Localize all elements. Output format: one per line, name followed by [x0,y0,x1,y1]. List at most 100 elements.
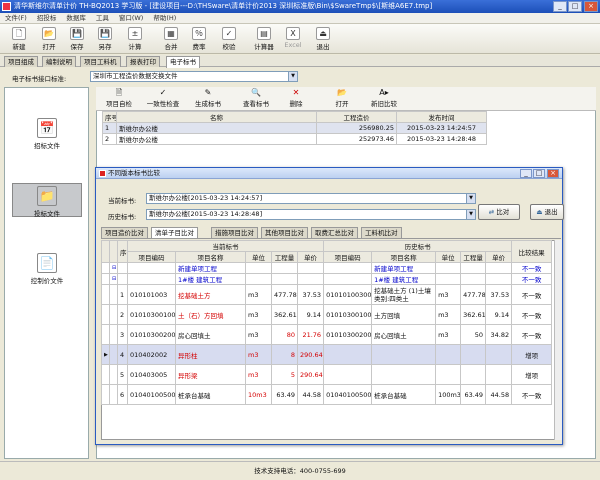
group-current: 当前标书 [126,240,325,252]
compare-icon: A▸ [379,88,389,97]
new-file-icon: 🗋 [12,27,26,40]
exit-dialog-button[interactable]: ⏏ 退出 [530,204,564,220]
interface-select[interactable]: 深圳市工程造价数据交换文件 ▼ [90,71,298,82]
excel-button[interactable]: X Excel [280,26,306,52]
folder-icon: 📂 [42,27,56,40]
col-seq: 序号 [102,111,117,123]
save-button[interactable]: 💾 保存 [64,26,90,52]
table-scrollbar[interactable] [554,240,562,440]
list-row[interactable]: 2 斯维尔办公楼 252973.46 2015-03-23 14:28:48 [102,133,487,145]
table-row[interactable]: 1 010101003 挖基础土方 m3 477.78 37.53 0101010030… [101,284,553,305]
table-row[interactable]: 5 010403005 异形梁 m3 5 290.64 增项 [101,364,553,385]
col-time: 发布时间 [396,111,487,123]
left-panel: 📅 招标文件 📁 投标文件 📄 控制价文件 [4,87,89,459]
excel-icon: X [286,27,300,40]
col-seq: 序号 [117,240,128,263]
tender-doc-icon: 📁 [37,186,57,206]
tender-file-item[interactable]: 📁 投标文件 [12,183,82,218]
dialog-minimize-icon[interactable]: _ [520,169,532,178]
bid-toolbar: 🗎 项目自检 ✓ 一致性检查 ✎ 生成标书 🔍 查看标书 ✕ 删除 📂 打开 A▸ 新旧比较 [96,87,596,111]
exit-icon: ⏏ [536,208,543,216]
tab-labor-material[interactable]: 工料机比对 [361,227,402,238]
check-button[interactable]: ✓ 校验 [216,26,242,52]
current-bid-select[interactable]: 斯维尔办公楼[2015-03-23 14:24:57] ▼ [146,193,476,204]
group-history: 历史标书 [323,240,513,252]
calculator-icon: ▤ [257,27,271,40]
merge-icon: ▦ [164,27,178,40]
app-icon [2,2,11,11]
rate-button[interactable]: ％费率 [186,26,212,52]
tab-project-cost[interactable]: 项目造价比对 [101,227,148,238]
menu-file[interactable]: 文件(F) [0,13,32,24]
calc-button[interactable]: ± 计算 [122,26,148,52]
table-row[interactable]: 6 010401005001 桩承台基础 10m3 63.49 44.58 010401… [101,384,553,405]
tab-description[interactable]: 编制说明 [42,56,76,67]
chevron-down-icon: ▼ [466,210,475,219]
bid-file-item[interactable]: 📅 招标文件 [12,118,82,150]
project-check-button[interactable]: 🗎 项目自检 [99,88,139,108]
col-cost: 工程造价 [316,111,397,123]
bid-doc-icon: 📅 [37,118,57,138]
tab-measures[interactable]: 措施项目比对 [211,227,258,238]
tab-other-items[interactable]: 其他项目比对 [261,227,308,238]
merge-button[interactable]: ▦ 合并 [158,26,184,52]
dialog-tabs: 项目造价比对 清单子目比对 措施项目比对 其他项目比对 取费汇总比对 工料机比对 [101,227,561,239]
col-name: 名称 [116,111,317,123]
tab-e-bid[interactable]: 电子标书 [166,56,200,68]
compare-dialog-button[interactable]: ⇄ 比对 [478,204,520,220]
tab-bill-items[interactable]: 清单子目比对 [151,227,198,238]
tab-reports[interactable]: 报表打印 [126,56,160,67]
delete-button[interactable]: ✕ 删除 [276,88,316,108]
control-file-item[interactable]: 📄 控制价文件 [12,253,82,285]
save-icon: 💾 [70,27,84,40]
consistency-icon: ✓ [159,88,167,97]
tab-project-composition[interactable]: 项目组成 [4,56,38,67]
check-icon: ✓ [222,27,236,40]
open-button[interactable]: 📂 打开 [36,26,62,52]
close-icon[interactable]: × [584,1,598,12]
calculator-button[interactable]: ▤ 计算器 [250,26,278,52]
history-bid-label: 历史标书: [108,213,137,221]
menu-tools[interactable]: 工具 [91,13,114,24]
table-row-selected[interactable]: ▶ 4 010402002 异形柱 m3 8 290.64 增项 [101,344,553,365]
consistency-check-button[interactable]: ✓ 一致性检查 [141,88,185,108]
generate-icon: ✎ [204,88,212,97]
table-row[interactable]: ⊟ 1#楼 建筑工程 1#楼 建筑工程 不一致 [101,273,553,285]
table-row[interactable]: ⊟ 新建单项工程 新建单项工程 不一致 [101,262,553,274]
gen-bid-button[interactable]: ✎ 生成标书 [188,88,228,108]
tab-fee-summary[interactable]: 取费汇总比对 [311,227,358,238]
menu-help[interactable]: 帮助(H) [148,13,181,24]
tab-labor-materials[interactable]: 项目工料机 [80,56,121,67]
save-as-button[interactable]: 💾 另存 [92,26,118,52]
exit-icon: ⏏ [316,27,330,40]
col-result: 比较结果 [511,240,553,263]
exit-button[interactable]: ⏏ 退出 [310,26,336,52]
minimize-icon[interactable]: _ [553,1,567,12]
check-doc-icon: 🗎 [115,88,123,97]
open-folder-icon: 📂 [337,88,347,97]
table-row[interactable]: 2 010103001001 土（石）方回填 m3 362.61 9.14 010103… [101,304,553,325]
interface-label: 电子标书接口标准: [12,75,67,83]
dialog-close-icon[interactable]: × [547,169,559,178]
menu-database[interactable]: 数据库 [61,13,91,24]
table-row[interactable]: 3 010103002001 房心回填土 m3 80 21.76 01010300200… [101,324,553,345]
open-bid-button[interactable]: 📂 打开 [322,88,362,108]
delete-icon: ✕ [292,88,300,97]
history-bid-select[interactable]: 斯维尔办公楼[2015-03-23 14:28:48] ▼ [146,209,476,220]
new-button[interactable]: 🗋 新建 [6,26,32,52]
compare-icon: ⇄ [488,208,495,216]
list-row[interactable]: 1 斯维尔办公楼 256980.25 2015-03-23 14:24:57 [102,122,487,134]
bid-list-table: 序号 名称 工程造价 发布时间 1 斯维尔办公楼 256980.25 2015-… [102,111,487,145]
dialog-maximize-icon[interactable]: □ [533,169,545,178]
menu-bidding[interactable]: 招投标 [32,13,62,24]
menu-window[interactable]: 窗口(W) [114,13,149,24]
calc-icon: ± [128,27,142,40]
compare-table: 序号 当前标书 历史标书 比较结果 项目编码项目名称单位工程量单价 项目编码项目… [101,240,553,405]
compare-button[interactable]: A▸ 新旧比较 [364,88,404,108]
main-tabs: 项目组成 编制说明 项目工料机 报表打印 电子标书 [0,55,600,68]
rate-icon: ％ [192,27,206,40]
control-doc-icon: 📄 [37,253,57,273]
maximize-icon[interactable]: □ [568,1,582,12]
view-bid-button[interactable]: 🔍 查看标书 [236,88,276,108]
chevron-down-icon: ▼ [466,194,475,203]
